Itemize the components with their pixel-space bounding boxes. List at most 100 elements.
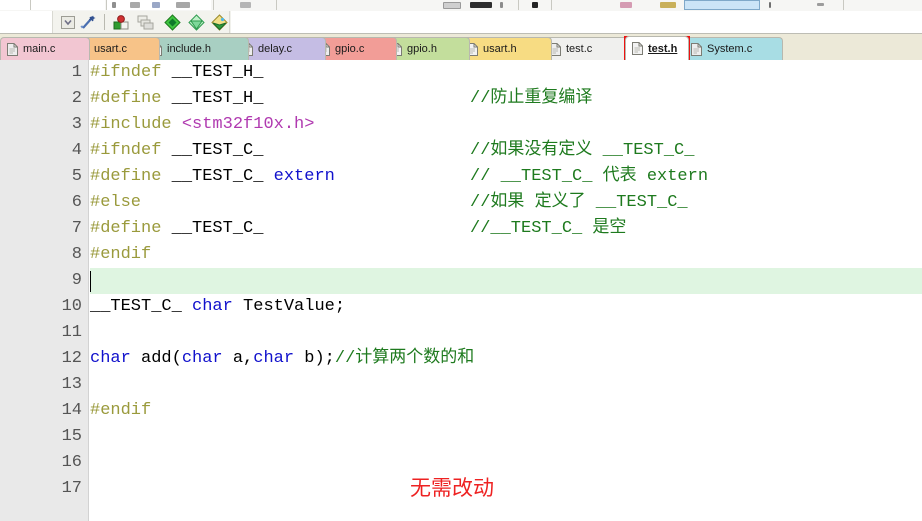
- editor-tab-test-h[interactable]: test.h: [625, 36, 689, 60]
- code-line-text[interactable]: #define __TEST_C_: [90, 216, 263, 242]
- code-line[interactable]: 14 #endif: [0, 398, 922, 424]
- code-token-plain: __TEST_C_: [90, 297, 193, 316]
- line-number: 9: [71, 271, 82, 290]
- configure-target-icon[interactable]: [80, 14, 97, 31]
- file-c-icon: [7, 42, 18, 56]
- keil-editor-window: main.c usart.c include.h delay.c gpio.c gpio.…: [0, 0, 922, 521]
- dropdown-arrow-icon[interactable]: [60, 14, 77, 31]
- code-token-kw: char: [192, 297, 233, 316]
- code-token-plain: __TEST_C_: [171, 167, 274, 186]
- code-line-text[interactable]: char add(char a,char b);//计算两个数的和: [90, 346, 474, 372]
- side-comment: //如果没有定义 __TEST_C_: [470, 141, 695, 160]
- download-flash-icon[interactable]: [211, 14, 228, 31]
- line-number: 5: [71, 167, 82, 186]
- toolbar-icon-clipped[interactable]: [112, 2, 116, 8]
- line-number: 13: [61, 375, 82, 394]
- code-line-text[interactable]: #ifndef __TEST_C_: [90, 138, 263, 164]
- line-number: 17: [61, 479, 82, 498]
- editor-tab-label: usart.c: [94, 43, 128, 55]
- editor-tab-label: main.c: [23, 43, 56, 55]
- batch-build-icon[interactable]: [164, 14, 181, 31]
- toolbar-icon-clipped[interactable]: [130, 2, 140, 8]
- build-toolbar: [0, 11, 922, 34]
- line-number: 6: [71, 193, 82, 212]
- code-line-text[interactable]: #ifndef __TEST_H_: [90, 60, 263, 86]
- code-line[interactable]: 4 #ifndef __TEST_C_: [0, 138, 922, 164]
- toolbar-icon-clipped[interactable]: [443, 2, 461, 9]
- editor-tab-label: System.c: [707, 43, 753, 55]
- code-line[interactable]: 10 __TEST_C_ char TestValue;: [0, 294, 922, 320]
- toolbar-fragment: [0, 0, 30, 10]
- editor-tab-test-c[interactable]: test.c: [543, 37, 629, 60]
- code-token-kw: char: [253, 349, 295, 368]
- code-token-plain: __TEST_C_: [171, 141, 264, 160]
- toolbar-icon-clipped[interactable]: [660, 2, 676, 8]
- line-number: 2: [71, 89, 82, 108]
- code-line-text[interactable]: #define __TEST_H_: [90, 86, 263, 112]
- code-line[interactable]: 7 #define __TEST_C_: [0, 216, 922, 242]
- code-line-text[interactable]: #include <stm32f10x.h>: [90, 112, 314, 138]
- line-number: 16: [61, 453, 82, 472]
- toolbar-icon-clipped[interactable]: [240, 2, 251, 8]
- code-line-text[interactable]: #endif: [90, 242, 151, 268]
- code-line[interactable]: 2 #define __TEST_H_: [0, 86, 922, 112]
- toolbar-separator: [518, 0, 519, 10]
- code-token-pre: #define: [90, 167, 172, 186]
- code-line-text[interactable]: #define __TEST_C_ extern: [90, 164, 335, 190]
- side-comment: //__TEST_C_ 是空: [470, 219, 627, 238]
- code-line[interactable]: 1 #ifndef __TEST_H_: [0, 60, 922, 86]
- code-line[interactable]: 6 #else: [0, 190, 922, 216]
- toolbar-icon-clipped[interactable]: [532, 2, 538, 8]
- code-token-plain: b);: [294, 349, 335, 368]
- code-token-pre: #define: [90, 219, 172, 238]
- toolbar-fragment: [31, 0, 105, 10]
- line-number: 4: [71, 141, 82, 160]
- toolbar-separator: [551, 0, 552, 10]
- editor-tab-label: gpio.h: [407, 43, 437, 55]
- side-comment: // __TEST_C_ 代表 extern: [470, 167, 709, 186]
- code-line-text[interactable]: #endif: [90, 398, 151, 424]
- code-line-text[interactable]: #else: [90, 190, 141, 216]
- build-target-icon[interactable]: [113, 14, 130, 31]
- line-number: 10: [61, 297, 82, 316]
- editor-tab-label: usart.h: [483, 43, 517, 55]
- code-line-text[interactable]: __TEST_C_ char TestValue;: [90, 294, 345, 320]
- code-line[interactable]: 11: [0, 320, 922, 346]
- code-line[interactable]: 15: [0, 424, 922, 450]
- code-line[interactable]: 8 #endif: [0, 242, 922, 268]
- editor-tab-label: delay.c: [258, 43, 293, 55]
- side-comment: //如果 定义了 __TEST_C_: [470, 193, 688, 212]
- translate-file-icon[interactable]: [188, 14, 205, 31]
- current-line-highlight: [90, 268, 922, 294]
- code-token-pre: #else: [90, 193, 142, 212]
- toolbar-icon-clipped[interactable]: [769, 2, 771, 8]
- toolbar-icon-clipped[interactable]: [470, 2, 492, 8]
- code-line[interactable]: 13: [0, 372, 922, 398]
- toolbar-separator: [843, 0, 844, 10]
- code-editor[interactable]: 1 #ifndef __TEST_H_ 2 #define __TEST_H_ 3 #in…: [0, 60, 922, 521]
- code-line[interactable]: 9: [0, 268, 922, 294]
- side-comment: //防止重复编译: [470, 89, 593, 108]
- code-line[interactable]: 12 char add(char a,char b);//计算两个数的和: [0, 346, 922, 372]
- code-line[interactable]: 5 #define __TEST_C_ extern: [0, 164, 922, 190]
- editor-tab-usart-h[interactable]: usart.h: [460, 37, 552, 60]
- code-token-plain: __TEST_H_: [171, 63, 264, 82]
- code-token-kw: char: [90, 349, 131, 368]
- code-line[interactable]: 3 #include <stm32f10x.h>: [0, 112, 922, 138]
- toolbar-icon-clipped[interactable]: [152, 2, 160, 8]
- toolbar-icon-clipped[interactable]: [817, 3, 824, 6]
- code-text-area[interactable]: 1 #ifndef __TEST_H_ 2 #define __TEST_H_ 3 #in…: [0, 60, 922, 521]
- toolbar-combobox-clipped[interactable]: [684, 0, 760, 10]
- rebuild-all-icon[interactable]: [137, 14, 154, 31]
- line-number: 8: [71, 245, 82, 264]
- toolbar-icon-clipped[interactable]: [620, 2, 632, 8]
- toolbar-icon-clipped[interactable]: [500, 2, 503, 8]
- editor-tab-label: test.h: [648, 42, 678, 55]
- code-token-plain: __TEST_H_: [171, 89, 264, 108]
- toolbar-icon-clipped[interactable]: [176, 2, 190, 8]
- editor-tab-label: include.h: [167, 43, 212, 55]
- editor-tab-main-c[interactable]: main.c: [0, 37, 90, 60]
- file-h-icon: [632, 42, 643, 55]
- editor-tab-System-c[interactable]: System.c: [684, 37, 783, 60]
- line-number: 1: [71, 63, 82, 82]
